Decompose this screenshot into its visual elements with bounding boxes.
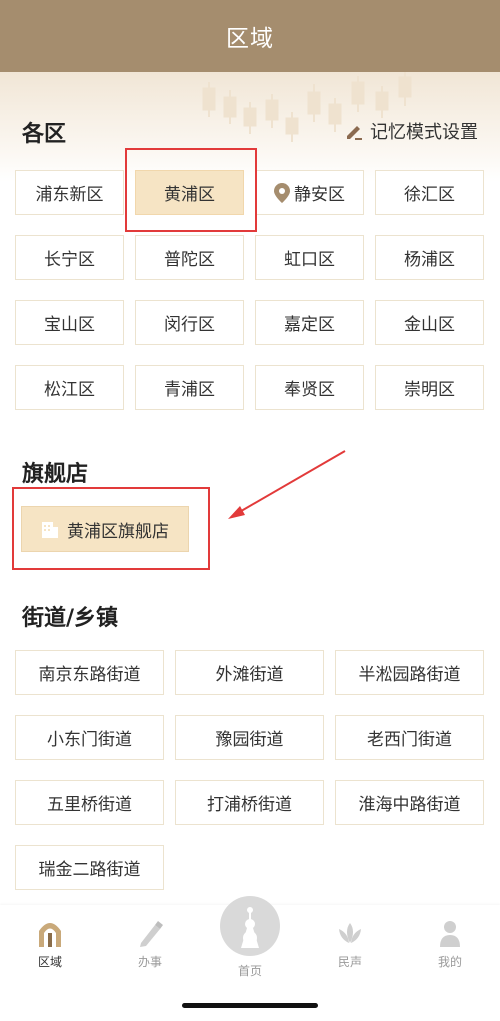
street-button[interactable]: 打浦桥街道	[175, 780, 324, 825]
district-button[interactable]: 浦东新区	[15, 170, 124, 215]
pen-icon	[140, 921, 163, 947]
tab-public-voice[interactable]: 民声	[300, 919, 400, 970]
street-button[interactable]: 半淞园路街道	[335, 650, 484, 695]
memory-mode-label: 记忆模式设置	[370, 122, 478, 143]
app-header: 区域	[0, 0, 500, 72]
district-label: 崇明区	[404, 380, 455, 400]
street-label: 老西门街道	[367, 730, 452, 750]
district-label: 宝山区	[44, 315, 95, 335]
street-button[interactable]: 小东门街道	[15, 715, 164, 760]
street-label: 南京东路街道	[38, 665, 141, 685]
street-label: 打浦桥街道	[207, 795, 292, 815]
street-label: 外滩街道	[215, 665, 284, 685]
flagship-store-button[interactable]: 黄浦区旗舰店	[21, 506, 189, 552]
district-label: 闵行区	[164, 315, 215, 335]
district-label: 虹口区	[284, 250, 335, 270]
annotation-arrow	[228, 450, 346, 519]
page-title: 区域	[226, 26, 274, 52]
street-label: 小东门街道	[47, 730, 132, 750]
district-label: 黄浦区	[164, 185, 215, 205]
district-label: 松江区	[44, 380, 95, 400]
district-button[interactable]: 静安区	[255, 170, 364, 215]
person-icon	[440, 921, 460, 947]
region-arch-icon	[39, 923, 61, 947]
district-button[interactable]: 青浦区	[135, 365, 244, 410]
flagship-title: 旗舰店	[22, 462, 89, 487]
street-button[interactable]: 外滩街道	[175, 650, 324, 695]
district-button[interactable]: 杨浦区	[375, 235, 484, 280]
location-pin-icon	[274, 182, 290, 203]
street-button[interactable]: 豫园街道	[175, 715, 324, 760]
district-label: 金山区	[404, 315, 455, 335]
district-label: 杨浦区	[404, 250, 455, 270]
district-button[interactable]: 金山区	[375, 300, 484, 345]
district-button[interactable]: 奉贤区	[255, 365, 364, 410]
street-button[interactable]: 淮海中路街道	[335, 780, 484, 825]
street-button[interactable]: 老西门街道	[335, 715, 484, 760]
street-label: 五里桥街道	[47, 795, 132, 815]
building-icon	[42, 522, 58, 538]
district-label: 普陀区	[164, 250, 215, 270]
street-label: 瑞金二路街道	[38, 860, 141, 880]
district-button[interactable]: 闵行区	[135, 300, 244, 345]
street-label: 半淞园路街道	[358, 665, 461, 685]
tab-region-label: 区域	[37, 955, 62, 969]
districts-title: 各区	[22, 122, 67, 147]
tab-services-label: 办事	[137, 955, 162, 969]
memory-mode-setting[interactable]: 记忆模式设置	[344, 118, 478, 144]
district-button[interactable]: 普陀区	[135, 235, 244, 280]
district-button[interactable]: 宝山区	[15, 300, 124, 345]
district-button[interactable]: 虹口区	[255, 235, 364, 280]
district-label: 静安区	[294, 185, 345, 205]
district-label: 嘉定区	[284, 315, 335, 335]
district-button[interactable]: 长宁区	[15, 235, 124, 280]
edit-pen-icon	[347, 126, 362, 140]
tab-mine[interactable]: 我的	[400, 919, 500, 970]
flagship-store-label: 黄浦区旗舰店	[67, 521, 169, 542]
street-label: 淮海中路街道	[358, 795, 461, 815]
street-button[interactable]: 五里桥街道	[15, 780, 164, 825]
home-indicator	[182, 1003, 318, 1008]
district-button[interactable]: 嘉定区	[255, 300, 364, 345]
district-button[interactable]: 徐汇区	[375, 170, 484, 215]
district-button[interactable]: 黄浦区	[135, 170, 244, 215]
lotus-icon	[339, 923, 361, 943]
district-label: 浦东新区	[35, 185, 104, 205]
district-button[interactable]: 松江区	[15, 365, 124, 410]
street-button[interactable]: 瑞金二路街道	[15, 845, 164, 890]
street-grid: 南京东路街道 外滩街道 半淞园路街道小东门街道 豫园街道 老西门街道五里桥街道 打浦桥街道…	[15, 650, 484, 890]
tab-mine-label: 我的	[437, 955, 462, 969]
tab-public-voice-label: 民声	[337, 955, 362, 969]
district-label: 长宁区	[44, 250, 95, 270]
streets-title: 街道/乡镇	[22, 606, 119, 631]
district-label: 奉贤区	[284, 380, 335, 400]
tab-home-label: 首页	[237, 964, 262, 978]
street-label: 豫园街道	[215, 730, 284, 750]
tab-region[interactable]: 区域	[0, 919, 100, 970]
district-label: 青浦区	[164, 380, 215, 400]
district-button[interactable]: 崇明区	[375, 365, 484, 410]
tab-home-button[interactable]	[220, 896, 280, 956]
home-tower-icon	[241, 907, 259, 948]
street-button[interactable]: 南京东路街道	[15, 650, 164, 695]
tab-services[interactable]: 办事	[100, 919, 200, 970]
district-grid: 浦东新区 黄浦区 静安区 徐汇区长宁区 普陀区 虹口区 杨浦区宝山区 闵行区 嘉定区 金山区松江区…	[15, 170, 484, 410]
district-label: 徐汇区	[404, 185, 455, 205]
